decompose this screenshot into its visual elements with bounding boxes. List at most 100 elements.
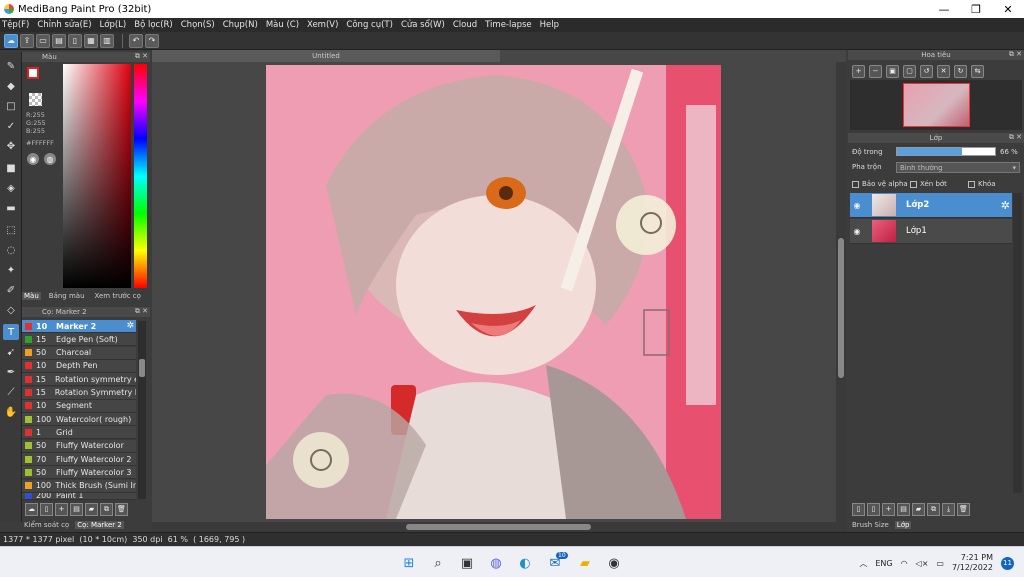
menu-color[interactable]: Màu (C) (266, 20, 299, 30)
cloud-brush-icon[interactable]: ☁ (25, 502, 38, 516)
menu-view[interactable]: Xem(V) (307, 20, 338, 30)
layer-row-2[interactable]: ◉ Lớp2 ✲ (850, 193, 1012, 218)
menu-timelapse[interactable]: Time-lapse (485, 20, 532, 30)
canvas-artwork[interactable] (266, 65, 721, 519)
volume-icon[interactable]: ◁× (916, 559, 929, 568)
protect-alpha-checkbox[interactable]: Bảo vệ alpha (852, 180, 908, 188)
cloud-icon[interactable]: ☁ (4, 33, 18, 48)
panel-close-icon[interactable]: ⧉ ✕ (135, 52, 148, 61)
undo-icon[interactable]: ↶ (129, 33, 143, 48)
new-brush-icon[interactable]: ▯ (40, 502, 53, 516)
color-wheel-icon[interactable]: ◉ (27, 153, 39, 165)
folder-icon[interactable]: ▰ (912, 502, 925, 516)
saturation-value-picker[interactable] (63, 64, 131, 288)
palette-icon[interactable]: ◍ (44, 153, 56, 165)
task-view-icon[interactable]: ▣ (459, 555, 475, 571)
select-eraser-icon[interactable]: ◇ (3, 302, 19, 318)
brush-list-item[interactable]: 100 Thick Brush (Sumi In (22, 479, 136, 493)
battery-icon[interactable]: ▭ (936, 559, 944, 568)
panel-close-icon[interactable]: ⧉ ✕ (135, 307, 148, 316)
tab-palette[interactable]: Bảng màu (47, 292, 87, 300)
grid-icon[interactable]: ▦ (84, 33, 98, 48)
brush-list-item[interactable]: 100 Watercolor( rough) (22, 413, 136, 427)
gear-icon[interactable]: ✲ (126, 321, 134, 331)
edge-browser-icon[interactable]: ◐ (517, 555, 533, 571)
document-tab[interactable]: Untitled (152, 50, 500, 62)
zoom-in-icon[interactable]: + (852, 64, 865, 78)
layer-list-scrollbar[interactable] (1013, 193, 1022, 493)
lock-checkbox[interactable]: Khóa (968, 180, 996, 188)
shape-tool-icon[interactable]: ■ (3, 160, 19, 176)
minimize-button[interactable]: — (928, 0, 960, 18)
select-tool-icon[interactable]: ⬚ (3, 222, 19, 238)
new-halftone-layer-icon[interactable]: ▯ (867, 502, 880, 516)
gear-icon[interactable]: ✲ (1001, 199, 1010, 212)
tab-brush[interactable]: Cọ: Marker 2 (75, 521, 124, 529)
add-brush-icon[interactable]: + (55, 502, 68, 516)
flip-icon[interactable]: ⇆ (971, 64, 984, 78)
tab-brush-preview[interactable]: Xem trước cọ (93, 292, 143, 300)
duplicate-icon[interactable]: ⧉ (927, 502, 940, 516)
menu-window[interactable]: Cửa sổ(W) (401, 20, 445, 30)
delete-icon[interactable]: 🗑 (957, 502, 970, 516)
layer-row-1[interactable]: ◉ Lớp1 (850, 219, 1012, 244)
search-icon[interactable]: ⌕ (430, 555, 446, 571)
brush-list-scrollbar[interactable] (138, 321, 146, 499)
layout-icon[interactable]: ▥ (100, 33, 114, 48)
menu-file[interactable]: Tệp(F) (2, 20, 29, 30)
visibility-eye-icon[interactable]: ◉ (850, 201, 864, 210)
comment-icon[interactable]: ▭ (36, 33, 50, 48)
medibang-taskbar-icon[interactable]: ◉ (606, 555, 622, 571)
folder-icon[interactable]: ▰ (85, 502, 98, 516)
brush-list-item[interactable]: 10 Segment (22, 399, 136, 413)
rotate-reset-icon[interactable]: ✕ (937, 64, 950, 78)
rotate-left-icon[interactable]: ↺ (920, 64, 933, 78)
divide-tool-icon[interactable]: ✒ (3, 364, 19, 380)
clock[interactable]: 7:21 PM 7/12/2022 (952, 553, 993, 573)
select-pen-icon[interactable]: ✐ (3, 282, 19, 298)
hand-tool-icon[interactable]: ✋ (3, 404, 19, 420)
brush-list-item[interactable]: 15 Rotation Symmetry E (22, 386, 136, 400)
canvas-horizontal-scrollbar[interactable] (152, 522, 846, 532)
delete-icon[interactable]: 🗑 (115, 502, 128, 516)
add-layer-menu-icon[interactable]: + (882, 502, 895, 516)
brush-list-item[interactable]: 1 Grid (22, 426, 136, 440)
fill-tool-icon[interactable]: ◈ (3, 180, 19, 196)
operation-tool-icon[interactable]: ➹ (3, 344, 19, 360)
menu-filter[interactable]: Bộ lọc(R) (134, 20, 173, 30)
zoom-out-icon[interactable]: − (869, 64, 882, 78)
blend-mode-select[interactable]: Bình thường ▾ (896, 162, 1020, 173)
new-layer-icon[interactable]: ▯ (852, 502, 865, 516)
brush-tool-icon[interactable]: ✎ (3, 58, 19, 74)
tab-brush-control[interactable]: Kiểm soát cọ (22, 521, 71, 529)
panel-close-icon[interactable]: ⧉ ✕ (1009, 50, 1022, 59)
brush-list-item[interactable]: 50 Charcoal (22, 346, 136, 360)
speech-icon[interactable]: ▤ (52, 33, 66, 48)
eyedropper-icon[interactable]: ⟋ (3, 384, 19, 400)
foreground-color-swatch[interactable] (27, 67, 39, 79)
navigator-preview[interactable] (850, 80, 1022, 130)
chat-icon[interactable]: ◍ (488, 555, 504, 571)
tab-color[interactable]: Màu (22, 292, 41, 300)
menu-select[interactable]: Chọn(S) (181, 20, 215, 30)
fit-icon[interactable]: ▣ (886, 64, 899, 78)
move-tool-icon[interactable]: ✥ (3, 138, 19, 154)
duplicate-icon[interactable]: ⧉ (100, 502, 113, 516)
menu-cloud[interactable]: Cloud (453, 20, 477, 30)
brush-list-item[interactable]: 10 Marker 2 ✲ (22, 320, 136, 333)
eraser-tool-icon[interactable]: ◆ (3, 78, 19, 94)
menu-layer[interactable]: Lớp(L) (100, 20, 127, 30)
text-tool-icon[interactable]: T (3, 324, 19, 340)
brush-list-item[interactable]: 15 Rotation symmetry e (22, 373, 136, 387)
wifi-icon[interactable]: ◠ (901, 559, 908, 568)
menu-snap[interactable]: Chụp(N) (223, 20, 258, 30)
lasso-tool-icon[interactable]: ✓ (3, 118, 19, 134)
redo-icon[interactable]: ↷ (145, 33, 159, 48)
layer-settings-icon[interactable]: ▤ (897, 502, 910, 516)
gradient-tool-icon[interactable]: ▬ (3, 200, 19, 216)
language-indicator[interactable]: ENG (875, 559, 892, 568)
brush-list-item[interactable]: 70 Fluffy Watercolor 2 (22, 453, 136, 466)
canvas-vertical-scrollbar[interactable] (836, 62, 846, 522)
page-icon[interactable]: ▯ (68, 33, 82, 48)
brush-list-item[interactable]: 200 Paint 1 (22, 492, 136, 500)
